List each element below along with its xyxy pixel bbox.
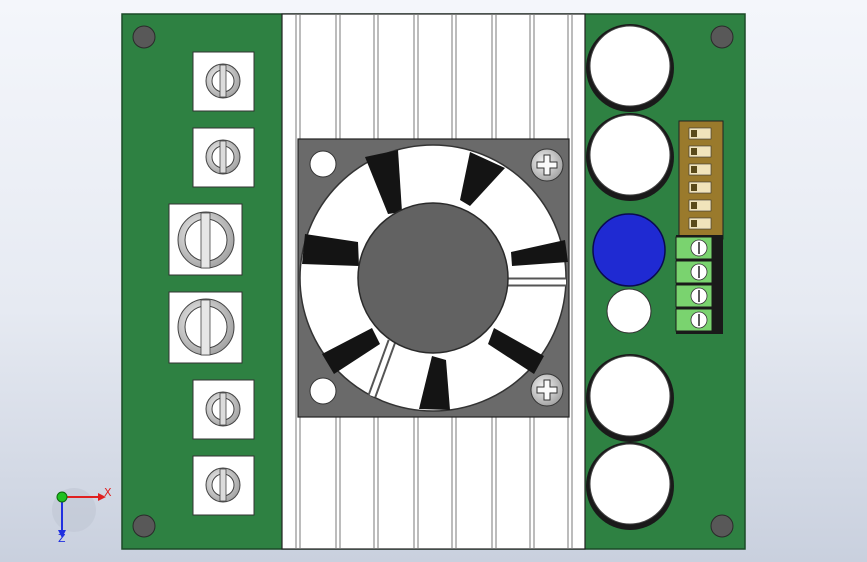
x-axis-label: X <box>104 486 112 499</box>
terminal-small-1 <box>192 51 255 112</box>
terminal-large-2 <box>168 291 243 364</box>
fan-screw-bottom-right <box>530 373 564 407</box>
dip-switch[interactable] <box>678 120 724 240</box>
terminal-small-4 <box>192 455 255 516</box>
mounting-hole-top-right <box>710 25 734 49</box>
blue-led[interactable] <box>592 213 666 287</box>
terminal-large-1 <box>168 203 243 276</box>
mounting-hole-top-left <box>132 25 156 49</box>
model-viewport[interactable]: X Z <box>0 0 867 562</box>
fan-hole-top-left <box>309 150 337 178</box>
cooling-fan[interactable] <box>297 138 570 418</box>
fan-screw-top-right <box>530 148 564 182</box>
capacitor-3 <box>586 354 674 442</box>
terminal-small-3 <box>192 379 255 440</box>
terminal-small-2 <box>192 127 255 188</box>
terminal-block[interactable] <box>675 235 723 334</box>
fan-hole-bottom-left <box>309 377 337 405</box>
z-axis-label: Z <box>58 532 66 545</box>
capacitor-4 <box>586 442 674 530</box>
mounting-hole-bottom-right <box>710 514 734 538</box>
capacitor-1 <box>586 24 674 112</box>
capacitor-2 <box>586 113 674 201</box>
fan-hub <box>357 202 509 354</box>
orientation-triad: X Z <box>52 486 112 545</box>
y-axis-dot-icon <box>56 491 68 503</box>
mounting-hole-bottom-left <box>132 514 156 538</box>
potentiometer[interactable] <box>606 288 652 334</box>
